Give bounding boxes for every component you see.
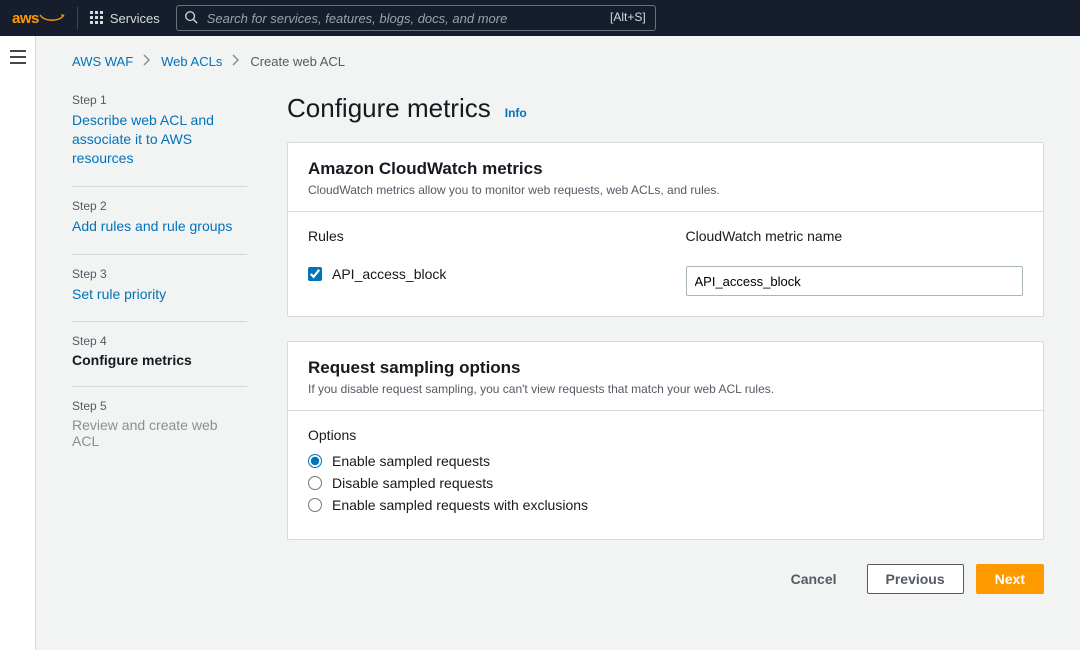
rule-name-label: API_access_block	[332, 266, 446, 282]
side-drawer-toggle-column	[0, 36, 36, 650]
disable-sampling-label[interactable]: Disable sampled requests	[332, 475, 493, 491]
page-title: Configure metrics	[287, 93, 491, 124]
options-label: Options	[308, 427, 1023, 443]
enable-sampling-label[interactable]: Enable sampled requests	[332, 453, 490, 469]
breadcrumb: AWS WAF Web ACLs Create web ACL	[72, 54, 1044, 69]
disable-sampling-radio[interactable]	[308, 476, 322, 490]
services-label: Services	[110, 11, 160, 26]
step-number: Step 4	[72, 334, 247, 348]
step-2[interactable]: Step 2 Add rules and rule groups	[72, 186, 247, 254]
rule-checkbox[interactable]	[308, 267, 322, 281]
step-1[interactable]: Step 1 Describe web ACL and associate it…	[72, 93, 247, 186]
panel-subtitle: CloudWatch metrics allow you to monitor …	[308, 183, 1023, 197]
step-3[interactable]: Step 3 Set rule priority	[72, 254, 247, 322]
metric-name-input[interactable]	[686, 266, 1024, 296]
wizard-steps: Step 1 Describe web ACL and associate it…	[72, 93, 247, 467]
breadcrumb-aws-waf[interactable]: AWS WAF	[72, 54, 133, 69]
cancel-button[interactable]: Cancel	[773, 564, 855, 594]
step-label: Set rule priority	[72, 285, 247, 304]
step-label: Add rules and rule groups	[72, 217, 247, 236]
aws-logo-text: aws	[12, 10, 39, 27]
aws-logo[interactable]: aws	[12, 7, 78, 29]
panel-title: Request sampling options	[308, 358, 1023, 378]
step-label: Describe web ACL and associate it to AWS…	[72, 111, 247, 168]
search-shortcut: [Alt+S]	[610, 10, 646, 24]
services-menu[interactable]: Services	[78, 11, 172, 26]
step-number: Step 5	[72, 399, 247, 413]
request-sampling-panel: Request sampling options If you disable …	[287, 341, 1044, 540]
cloudwatch-metrics-panel: Amazon CloudWatch metrics CloudWatch met…	[287, 142, 1044, 317]
step-label-current: Configure metrics	[72, 352, 247, 368]
aws-smile-icon	[39, 14, 65, 22]
hamburger-icon[interactable]	[10, 50, 26, 650]
search-icon	[184, 10, 198, 27]
wizard-footer-actions: Cancel Previous Next	[287, 564, 1044, 634]
breadcrumb-web-acls[interactable]: Web ACLs	[161, 54, 222, 69]
global-nav: aws Services [Alt+S]	[0, 0, 1080, 36]
step-5: Step 5 Review and create web ACL	[72, 386, 247, 467]
search-input[interactable]	[176, 5, 656, 31]
breadcrumb-current: Create web ACL	[250, 54, 345, 69]
chevron-right-icon	[232, 54, 240, 69]
enable-sampling-exclusions-radio[interactable]	[308, 498, 322, 512]
step-label-disabled: Review and create web ACL	[72, 417, 247, 449]
chevron-right-icon	[143, 54, 151, 69]
panel-subtitle: If you disable request sampling, you can…	[308, 382, 1023, 396]
metric-name-column-header: CloudWatch metric name	[686, 228, 1024, 244]
step-4: Step 4 Configure metrics	[72, 321, 247, 386]
previous-button[interactable]: Previous	[867, 564, 964, 594]
services-grid-icon	[90, 11, 104, 25]
rules-column-header: Rules	[308, 228, 646, 244]
next-button[interactable]: Next	[976, 564, 1044, 594]
info-link[interactable]: Info	[505, 106, 527, 120]
step-number: Step 3	[72, 267, 247, 281]
enable-sampling-exclusions-label[interactable]: Enable sampled requests with exclusions	[332, 497, 588, 513]
step-number: Step 2	[72, 199, 247, 213]
panel-title: Amazon CloudWatch metrics	[308, 159, 1023, 179]
enable-sampling-radio[interactable]	[308, 454, 322, 468]
global-search: [Alt+S]	[176, 5, 656, 31]
step-number: Step 1	[72, 93, 247, 107]
